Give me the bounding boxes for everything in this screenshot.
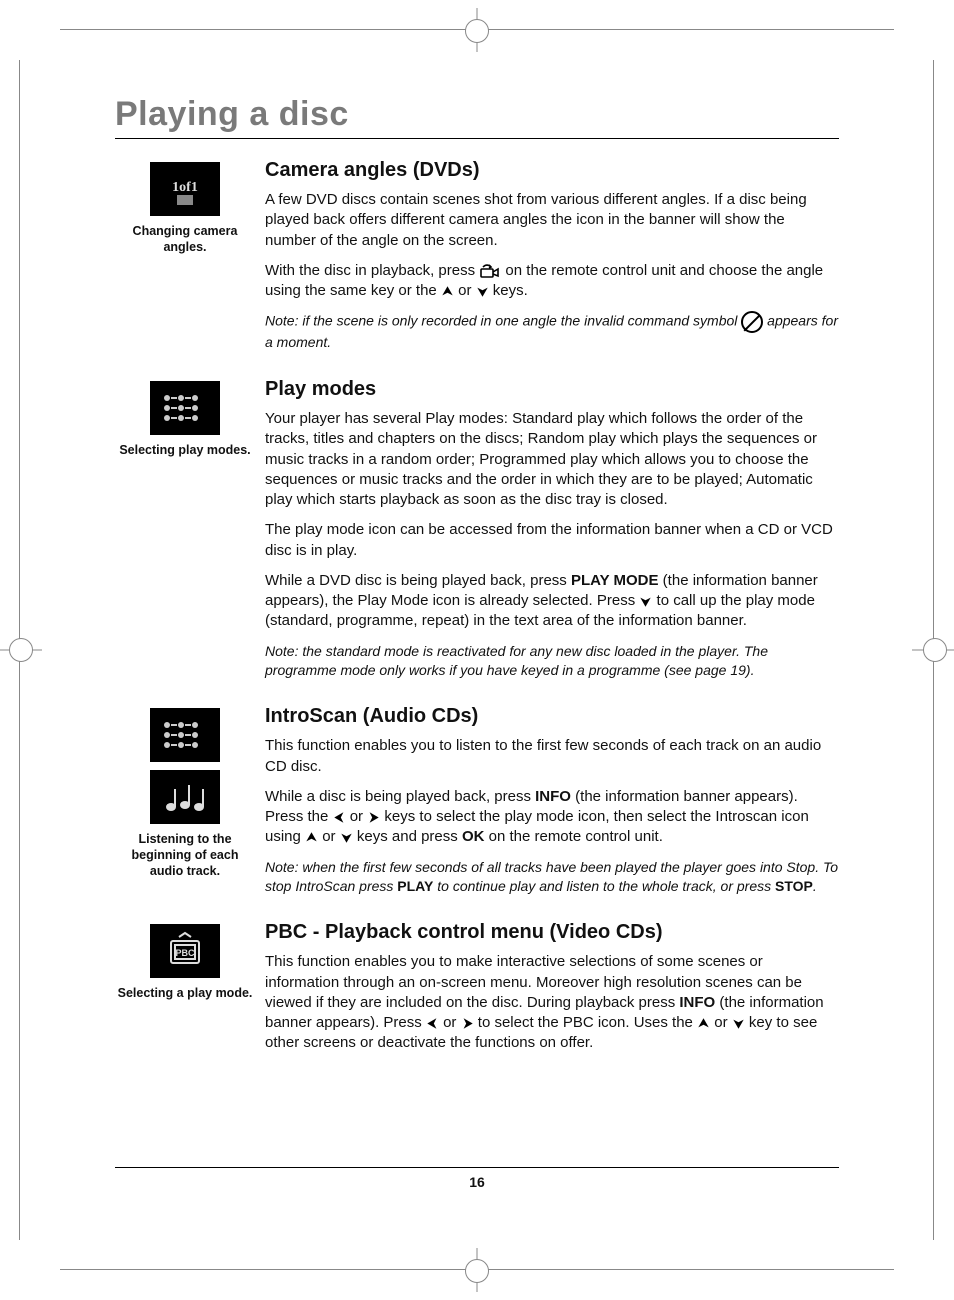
page-title: Playing a disc	[115, 95, 839, 134]
manual-page: Playing a disc 1of1 Changing camera angl…	[0, 0, 954, 1300]
thumb-caption: Selecting a play mode.	[115, 986, 255, 1002]
title-rule	[115, 138, 839, 139]
down-arrow-icon	[340, 831, 353, 844]
left-arrow-icon	[426, 1017, 439, 1030]
crop-mark-top	[0, 10, 954, 50]
thumb-caption: Selecting play modes.	[115, 443, 255, 459]
thumb-camera-angle: 1of1	[150, 162, 220, 216]
thumb-play-modes	[150, 381, 220, 435]
down-arrow-icon	[476, 285, 489, 298]
section-introscan: Listening to the beginning of each audio…	[115, 703, 839, 905]
page-number: 16	[469, 1174, 485, 1190]
camera-angle-icon	[479, 263, 501, 279]
body-text: With the disc in playback, press on the …	[265, 261, 839, 302]
crop-mark-right	[914, 0, 954, 1300]
body-text: The play mode icon can be accessed from …	[265, 520, 839, 561]
up-arrow-icon	[305, 831, 318, 844]
body-text: While a DVD disc is being played back, p…	[265, 571, 839, 632]
section-heading: Camera angles (DVDs)	[265, 157, 839, 184]
note-text: Note: the standard mode is reactivated f…	[265, 642, 839, 680]
svg-text:1of1: 1of1	[172, 180, 198, 195]
note-text: Note: if the scene is only recorded in o…	[265, 311, 839, 352]
page-footer: 16	[115, 1167, 839, 1190]
up-arrow-icon	[441, 285, 454, 298]
section-heading: IntroScan (Audio CDs)	[265, 703, 839, 730]
content-area: Playing a disc 1of1 Changing camera angl…	[115, 95, 839, 1205]
crop-mark-left	[0, 0, 40, 1300]
down-arrow-icon	[639, 595, 652, 608]
body-text: This function enables you to listen to t…	[265, 736, 839, 777]
down-arrow-icon	[732, 1017, 745, 1030]
note-text: Note: when the first few seconds of all …	[265, 858, 839, 896]
section-heading: PBC - Playback control menu (Video CDs)	[265, 919, 839, 946]
section-heading: Play modes	[265, 376, 839, 403]
up-arrow-icon	[697, 1017, 710, 1030]
svg-text:PBC: PBC	[175, 948, 195, 958]
right-arrow-icon	[367, 811, 380, 824]
body-text: Your player has several Play modes: Stan…	[265, 409, 839, 510]
thumb-music-notes	[150, 770, 220, 824]
left-arrow-icon	[333, 811, 346, 824]
thumb-caption: Listening to the beginning of each audio…	[115, 832, 255, 879]
crop-mark-bottom	[0, 1250, 954, 1290]
body-text: This function enables you to make intera…	[265, 952, 839, 1053]
thumb-pbc: PBC	[150, 924, 220, 978]
right-arrow-icon	[461, 1017, 474, 1030]
thumb-caption: Changing camera angles.	[115, 224, 255, 255]
prohibit-icon	[741, 311, 763, 333]
thumb-introscan-list	[150, 708, 220, 762]
section-play-modes: Selecting play modes. Play modes Your pl…	[115, 376, 839, 689]
body-text: A few DVD discs contain scenes shot from…	[265, 190, 839, 251]
body-text: While a disc is being played back, press…	[265, 787, 839, 848]
section-camera-angles: 1of1 Changing camera angles. Camera angl…	[115, 157, 839, 362]
section-pbc: PBC Selecting a play mode. PBC - Playbac…	[115, 919, 839, 1063]
